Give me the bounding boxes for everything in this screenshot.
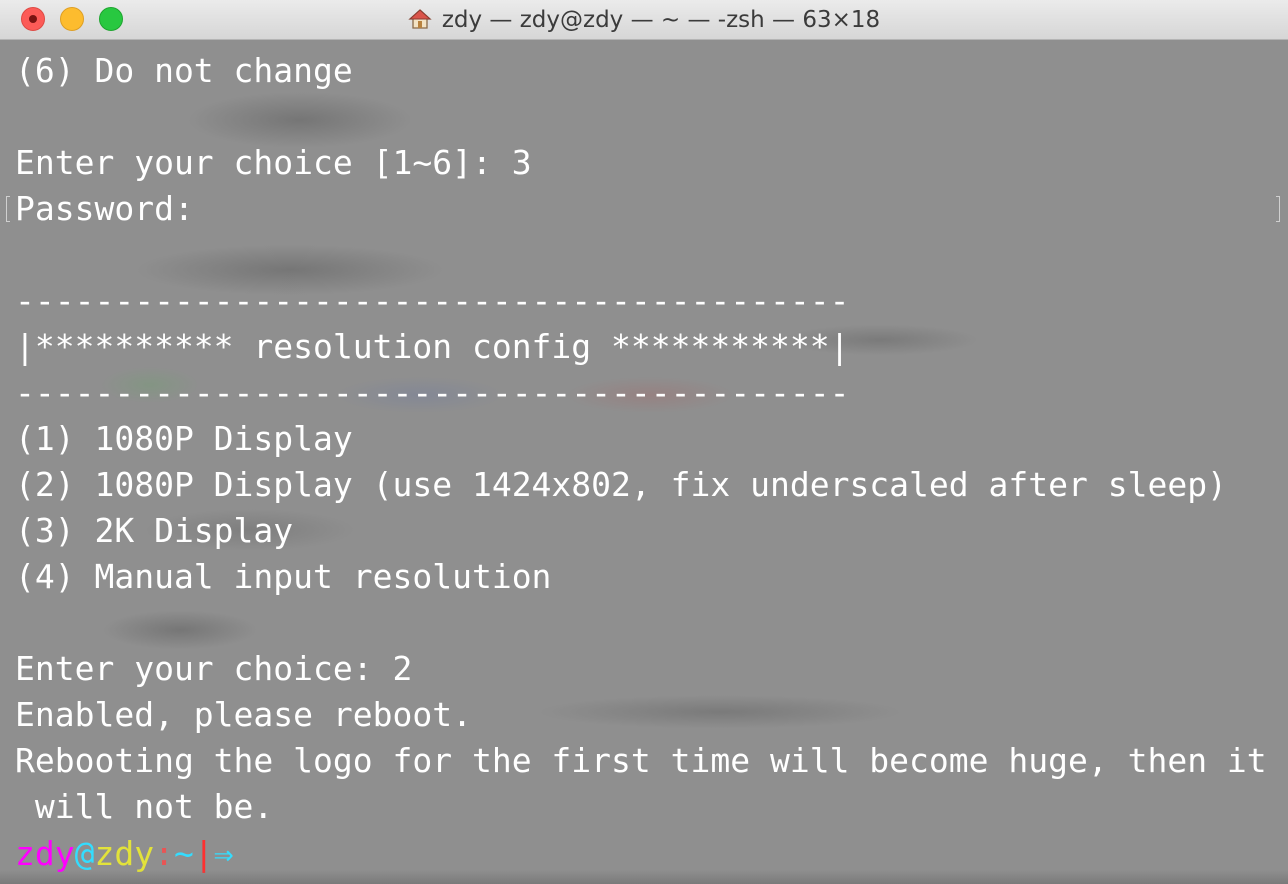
selection-bracket-left (6, 196, 10, 222)
selection-bracket-right (1276, 196, 1280, 222)
terminal-line-rule: ----------------------------------------… (15, 281, 850, 320)
prompt-user: zdy (15, 834, 75, 873)
home-icon (408, 9, 432, 29)
terminal-line-option: (3) 2K Display (15, 511, 294, 550)
terminal-window: zdy — zdy@zdy — ~ — -zsh — 63×18 (6) Do … (0, 0, 1288, 884)
prompt-separator: | (193, 834, 214, 873)
terminal-line-option: (1) 1080P Display (15, 419, 353, 458)
title-bar[interactable]: zdy — zdy@zdy — ~ — -zsh — 63×18 (0, 0, 1288, 40)
terminal-line-banner: |********** resolution config **********… (15, 327, 850, 366)
prompt-host: zdy (94, 834, 155, 873)
background-bleed (0, 870, 1288, 884)
window-title-group: zdy — zdy@zdy — ~ — -zsh — 63×18 (0, 0, 1288, 40)
terminal-line: will not be. (15, 787, 274, 826)
prompt-path: ~ (173, 834, 194, 873)
terminal-line-option: (4) Manual input resolution (15, 557, 552, 596)
terminal-content[interactable]: (6) Do not change Enter your choice [1~6… (0, 40, 1288, 884)
prompt-at: @ (74, 834, 95, 873)
terminal-line-option: (2) 1080P Display (use 1424x802, fix und… (15, 465, 1227, 504)
terminal-line-password: Password: (15, 189, 194, 228)
terminal-line-rule: ----------------------------------------… (15, 373, 850, 412)
window-title: zdy — zdy@zdy — ~ — -zsh — 63×18 (441, 7, 881, 33)
terminal-line: Rebooting the logo for the first time wi… (15, 741, 1267, 780)
prompt-arrow-icon: ⇒ (213, 834, 234, 873)
terminal-line: (6) Do not change (15, 51, 353, 90)
terminal-line: Enter your choice: 2 (15, 649, 413, 688)
terminal-line: Enter your choice [1~6]: 3 (15, 143, 532, 182)
prompt-colon: : (154, 834, 174, 873)
terminal-line: Enabled, please reboot. (15, 695, 472, 734)
